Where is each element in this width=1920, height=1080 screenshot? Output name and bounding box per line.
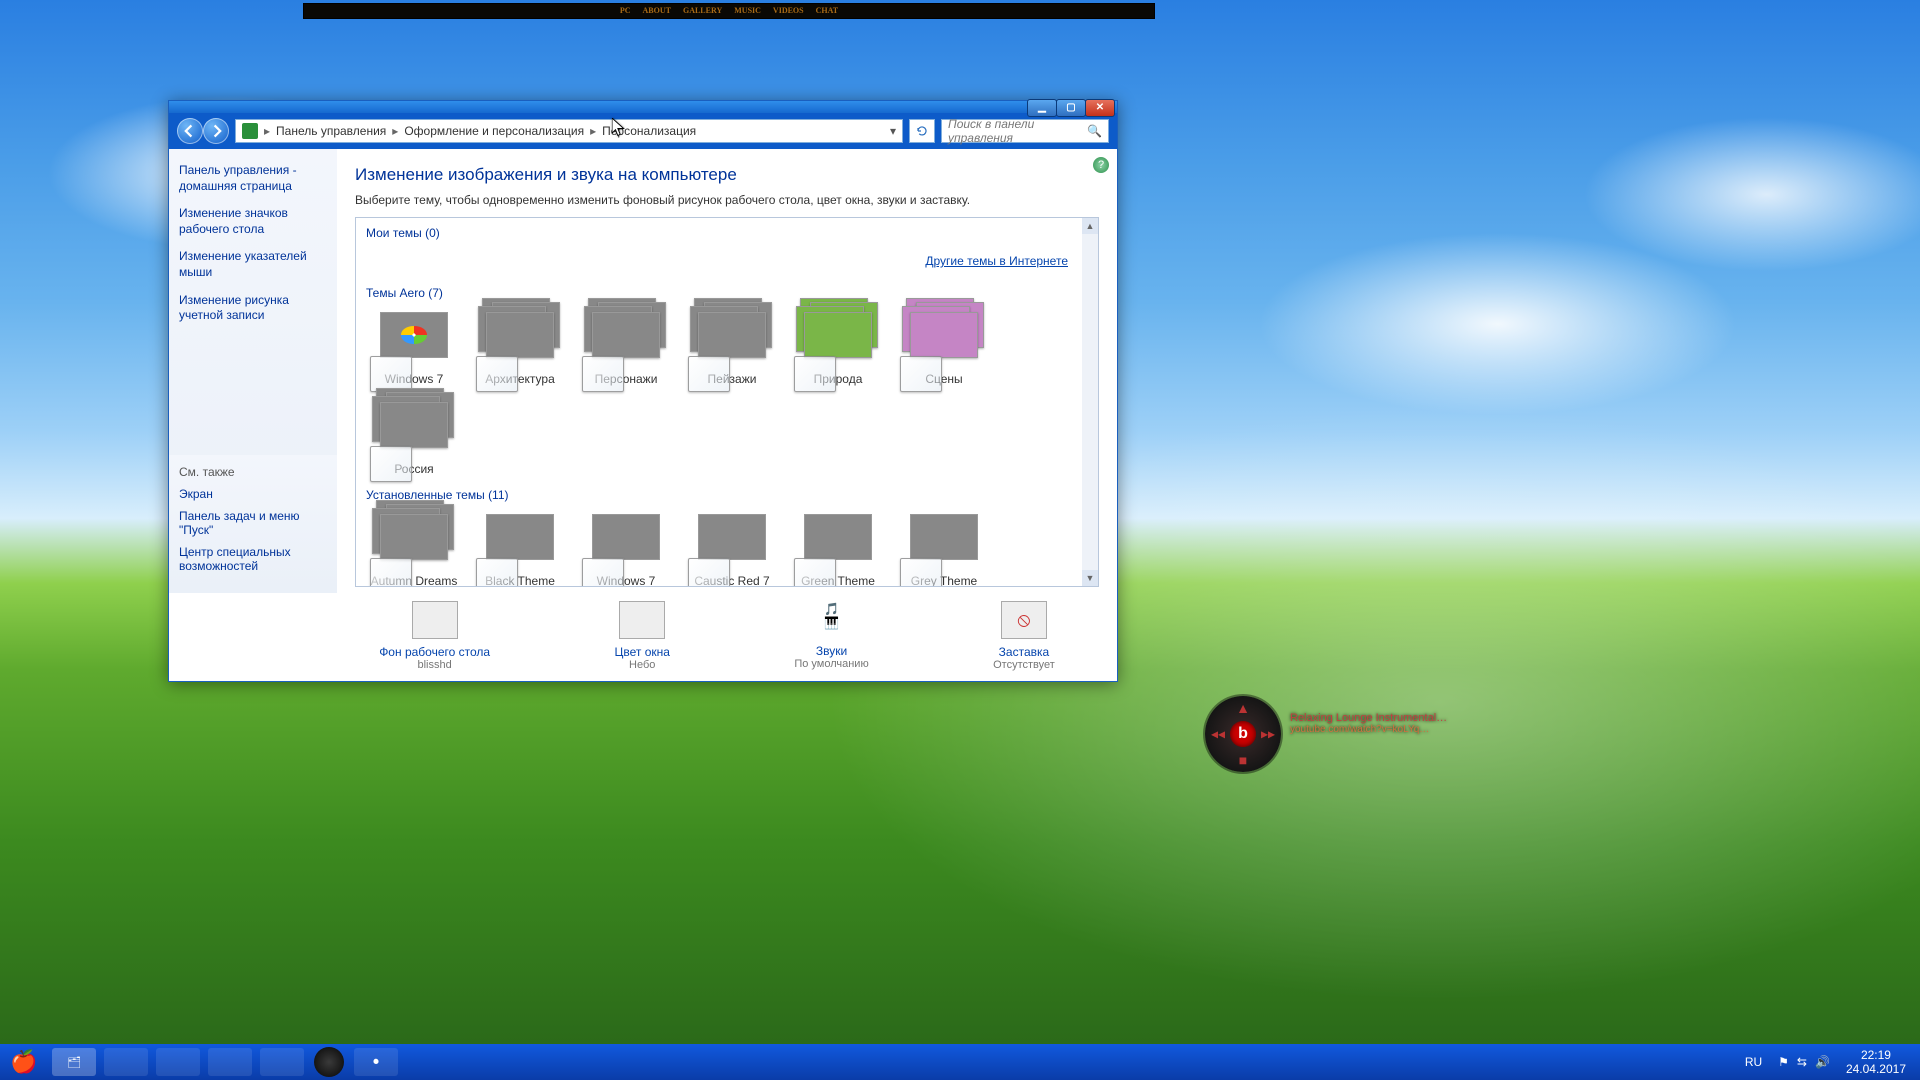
title-bar[interactable]: ▁ ▢ ✕ bbox=[169, 101, 1117, 113]
see-also-display[interactable]: Экран bbox=[179, 487, 327, 501]
group-my-themes[interactable]: Мои темы (0) bbox=[366, 226, 1086, 240]
theme-green[interactable]: Green Theme bbox=[790, 510, 886, 587]
breadcrumb-item[interactable]: Персонализация bbox=[602, 124, 696, 138]
topbar-item[interactable]: ABOUT bbox=[643, 7, 671, 15]
gadget-track-url: youtube.com/watch?v=koLYq… bbox=[1290, 724, 1460, 735]
breadcrumb[interactable]: ▸ Панель управления ▸ Оформление и персо… bbox=[235, 119, 903, 143]
taskbar-button-app[interactable] bbox=[104, 1048, 148, 1076]
chevron-down-icon[interactable]: ▾ bbox=[890, 124, 896, 138]
desktop-background-button[interactable]: Фон рабочего стола blisshd bbox=[379, 601, 490, 671]
sidebar-link-desktop-icons[interactable]: Изменение значков рабочего стола bbox=[179, 206, 327, 237]
tray-flag-icon[interactable]: ⚑ bbox=[1778, 1055, 1789, 1069]
see-also-header: См. также bbox=[179, 465, 327, 479]
taskbar-button-app[interactable] bbox=[156, 1048, 200, 1076]
sidebar-link-account-picture[interactable]: Изменение рисунка учетной записи bbox=[179, 293, 327, 324]
theme-russia[interactable]: Россия bbox=[366, 398, 462, 476]
theme-grey[interactable]: Grey Theme bbox=[896, 510, 992, 587]
theme-scenes[interactable]: Сцены bbox=[896, 308, 992, 386]
scroll-up-button[interactable]: ▲ bbox=[1082, 218, 1098, 234]
theme-windows7[interactable]: Windows 7 bbox=[366, 308, 462, 386]
gadget-stop-icon[interactable]: ■ bbox=[1239, 752, 1247, 768]
see-also-taskbar[interactable]: Панель задач и меню "Пуск" bbox=[179, 509, 327, 537]
sidebar-link-pointers[interactable]: Изменение указателей мыши bbox=[179, 249, 327, 280]
maximize-button[interactable]: ▢ bbox=[1056, 99, 1086, 117]
topbar-item[interactable]: VIDEOS bbox=[773, 7, 804, 15]
tray-clock[interactable]: 22:1924.04.2017 bbox=[1846, 1048, 1906, 1077]
main-pane: ? Изменение изображения и звука на компь… bbox=[337, 149, 1117, 593]
topbar-item[interactable]: CHAT bbox=[816, 7, 839, 15]
theme-architecture[interactable]: Архитектура bbox=[472, 308, 568, 386]
gadget-info: Relaxing Lounge Instrumental… youtube.co… bbox=[1290, 712, 1460, 735]
theme-characters[interactable]: Персонажи bbox=[578, 308, 674, 386]
theme-windows7-b[interactable]: Windows 7 bbox=[578, 510, 674, 587]
tray-network-icon[interactable]: ⇆ bbox=[1797, 1055, 1807, 1069]
back-button[interactable] bbox=[177, 118, 203, 144]
scrollbar[interactable]: ▲ ▼ bbox=[1082, 218, 1098, 586]
arrow-left-icon bbox=[183, 124, 197, 138]
control-panel-icon bbox=[242, 123, 258, 139]
page-subtitle: Выберите тему, чтобы одновременно измени… bbox=[355, 193, 1099, 207]
wallpaper-thumb-icon bbox=[412, 601, 458, 639]
minimize-button[interactable]: ▁ bbox=[1027, 99, 1057, 117]
theme-landscapes[interactable]: Пейзажи bbox=[684, 308, 780, 386]
taskbar[interactable]: 🍎 🗂 ⏺ RU ⚑ ⇆ 🔊 22:1924.04.2017 bbox=[0, 1044, 1920, 1080]
see-also-ease[interactable]: Центр специальных возможностей bbox=[179, 545, 327, 573]
theme-caustic-red[interactable]: Caustic Red 7 bbox=[684, 510, 780, 587]
search-icon: 🔍 bbox=[1087, 124, 1102, 138]
top-menu-bar: PC ABOUT GALLERY MUSIC VIDEOS CHAT bbox=[303, 3, 1155, 19]
color-thumb-icon bbox=[619, 601, 665, 639]
taskbar-button-app[interactable] bbox=[260, 1048, 304, 1076]
window-color-button[interactable]: Цвет окна Небо bbox=[614, 601, 669, 671]
forward-button[interactable] bbox=[203, 118, 229, 144]
tray-volume-icon[interactable]: 🔊 bbox=[1815, 1055, 1830, 1069]
themes-listbox: ▲ ▼ Мои темы (0) Другие темы в Интернете… bbox=[355, 217, 1099, 587]
topbar-item[interactable]: MUSIC bbox=[734, 7, 761, 15]
scrollbar-track[interactable] bbox=[1082, 234, 1098, 570]
screensaver-button[interactable]: Заставка Отсутствует bbox=[993, 601, 1055, 671]
gadget-next-icon[interactable]: ▸▸ bbox=[1261, 726, 1275, 743]
start-button[interactable]: 🍎 bbox=[8, 1046, 40, 1078]
sounds-button[interactable]: 🎵🎹 Звуки По умолчанию bbox=[794, 602, 868, 670]
search-placeholder: Поиск в панели управления bbox=[948, 117, 1087, 145]
sounds-icon: 🎵🎹 bbox=[810, 602, 854, 638]
gadget-play-icon[interactable]: b bbox=[1230, 721, 1256, 747]
search-box[interactable]: Поиск в панели управления 🔍 bbox=[941, 119, 1109, 143]
refresh-icon bbox=[916, 125, 928, 137]
theme-nature[interactable]: Природа bbox=[790, 308, 886, 386]
media-gadget[interactable]: ▲ ■ ◂◂ ▸▸ b bbox=[1205, 696, 1281, 772]
chevron-right-icon: ▸ bbox=[392, 124, 398, 138]
sidebar-link-home[interactable]: Панель управления - домашняя страница bbox=[179, 163, 327, 194]
arrow-right-icon bbox=[209, 124, 223, 138]
taskbar-orb-icon[interactable] bbox=[314, 1047, 344, 1077]
chevron-right-icon: ▸ bbox=[590, 124, 596, 138]
theme-components-row: Фон рабочего стола blisshd Цвет окна Неб… bbox=[317, 581, 1117, 681]
taskbar-button-recorder[interactable]: ⏺ bbox=[354, 1048, 398, 1076]
group-installed[interactable]: Установленные темы (11) bbox=[366, 488, 1086, 502]
theme-autumn-dreams[interactable]: Autumn Dreams bbox=[366, 510, 462, 587]
theme-black[interactable]: Black Theme bbox=[472, 510, 568, 587]
language-indicator[interactable]: RU bbox=[1745, 1055, 1762, 1069]
chevron-right-icon: ▸ bbox=[264, 124, 270, 138]
screensaver-none-icon bbox=[1001, 601, 1047, 639]
help-icon[interactable]: ? bbox=[1093, 157, 1109, 173]
refresh-button[interactable] bbox=[909, 119, 935, 143]
taskbar-button-explorer[interactable]: 🗂 bbox=[52, 1048, 96, 1076]
sidebar-see-also: См. также Экран Панель задач и меню "Пус… bbox=[169, 455, 337, 591]
breadcrumb-item[interactable]: Панель управления bbox=[276, 124, 386, 138]
online-themes-link[interactable]: Другие темы в Интернете bbox=[925, 254, 1068, 268]
gadget-prev-icon[interactable]: ◂◂ bbox=[1211, 726, 1225, 743]
topbar-item[interactable]: GALLERY bbox=[683, 7, 722, 15]
gadget-track-title: Relaxing Lounge Instrumental… bbox=[1290, 712, 1460, 724]
topbar-item[interactable]: PC bbox=[620, 7, 631, 15]
taskbar-button-app[interactable] bbox=[208, 1048, 252, 1076]
personalization-window: ▁ ▢ ✕ ▸ Панель управления ▸ Оформление и… bbox=[168, 100, 1118, 682]
page-title: Изменение изображения и звука на компьют… bbox=[355, 165, 1099, 185]
close-button[interactable]: ✕ bbox=[1085, 99, 1115, 117]
gadget-up-icon[interactable]: ▲ bbox=[1236, 700, 1250, 716]
breadcrumb-item[interactable]: Оформление и персонализация bbox=[404, 124, 584, 138]
